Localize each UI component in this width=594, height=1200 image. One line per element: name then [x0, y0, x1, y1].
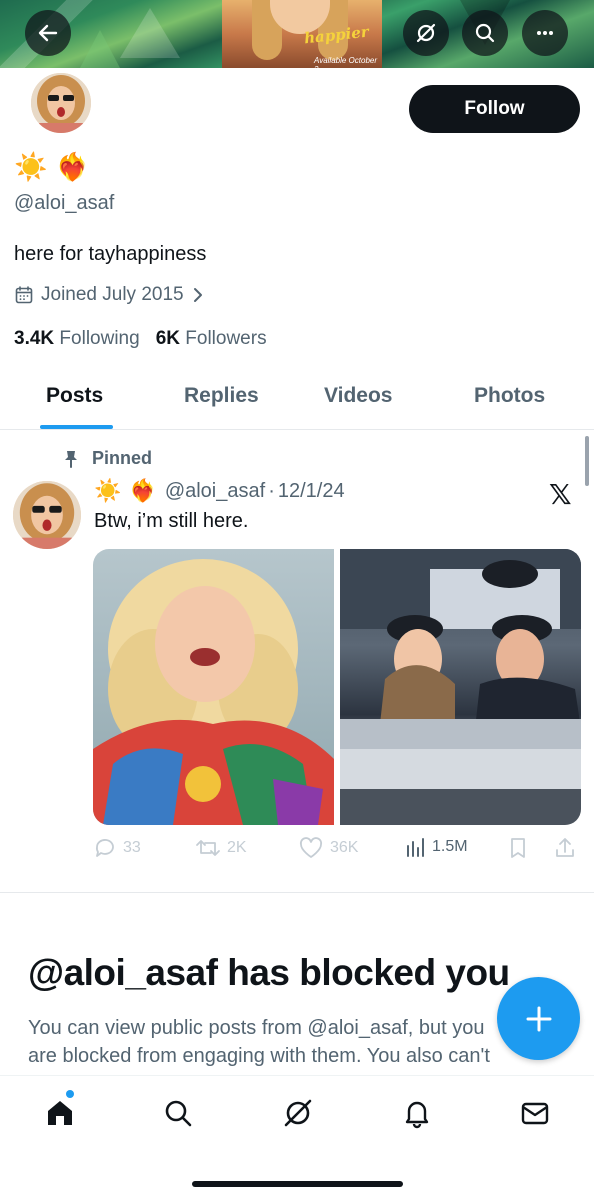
follow-stats: 3.4K Following 6K Followers — [14, 328, 267, 350]
profile-bio: here for tayhappiness — [14, 243, 207, 265]
nav-search[interactable] — [160, 1095, 196, 1131]
grok-icon — [416, 23, 436, 43]
back-button[interactable] — [25, 10, 71, 56]
home-indicator[interactable] — [192, 1181, 403, 1187]
back-arrow-icon — [38, 24, 58, 42]
post-author-handle[interactable]: @aloi_asaf — [165, 480, 265, 503]
post-media[interactable] — [93, 549, 581, 825]
post-actions: 33 2K 36K 1.5M — [93, 836, 581, 864]
search-button[interactable] — [462, 10, 508, 56]
blocked-title: @aloi_asaf has blocked you — [28, 952, 510, 993]
search-icon — [475, 23, 495, 43]
repost-icon — [196, 840, 220, 856]
profile-avatar[interactable] — [28, 70, 94, 136]
tab-posts[interactable]: Posts — [46, 384, 103, 408]
profile-tabs: Posts Replies Videos Photos — [0, 366, 594, 430]
post-avatar[interactable] — [13, 481, 81, 549]
post-date[interactable]: 12/1/24 — [278, 480, 345, 503]
notification-dot — [66, 1090, 74, 1098]
x-logo-icon: 𝕏 — [549, 478, 572, 511]
heart-on-fire-emoji: ❤️‍🔥 — [55, 152, 90, 182]
reply-icon — [95, 839, 114, 857]
nav-messages[interactable] — [517, 1095, 553, 1131]
calendar-icon — [15, 286, 33, 304]
nav-home[interactable] — [42, 1095, 78, 1131]
banner-subtitle: Available October 3 — [314, 56, 377, 68]
reply-button[interactable]: 33 — [93, 836, 141, 860]
share-button[interactable] — [553, 836, 577, 860]
grok-button[interactable] — [403, 10, 449, 56]
share-icon — [556, 838, 574, 857]
child-laughing-image — [93, 559, 334, 825]
plus-icon — [526, 1006, 551, 1031]
couple-at-game-image — [340, 549, 581, 825]
bell-icon — [405, 1101, 429, 1129]
post-text: Btw, i’m still here. — [94, 510, 249, 532]
sun-emoji: ☀️ — [14, 152, 48, 182]
follow-button[interactable]: Follow — [409, 85, 580, 133]
home-icon — [48, 1101, 72, 1125]
pinned-label: Pinned — [62, 448, 152, 469]
grok-icon — [284, 1099, 312, 1127]
scrollbar[interactable] — [585, 436, 589, 486]
bar-chart-icon — [407, 838, 424, 857]
more-icon — [537, 31, 553, 35]
tab-photos[interactable]: Photos — [474, 384, 545, 408]
mail-icon — [521, 1102, 549, 1125]
joined-label: Joined July 2015 — [41, 284, 184, 305]
avatar-image — [13, 481, 81, 549]
sun-emoji: ☀️ — [94, 478, 122, 503]
heart-icon — [299, 837, 323, 858]
more-button[interactable] — [522, 10, 568, 56]
banner-album-art: happier Available October 3 — [222, 0, 382, 68]
post-separator: · — [268, 479, 275, 502]
repost-button[interactable]: 2K — [195, 836, 247, 860]
tab-replies[interactable]: Replies — [184, 384, 259, 408]
banner-shape — [120, 8, 180, 58]
display-name: ☀️ ❤️‍🔥 — [14, 150, 89, 184]
search-icon — [165, 1100, 192, 1127]
section-divider — [0, 892, 594, 893]
tab-videos[interactable]: Videos — [324, 384, 392, 408]
nav-notifications[interactable] — [399, 1095, 435, 1131]
bookmark-button[interactable] — [507, 836, 529, 860]
chevron-right-icon — [193, 288, 202, 302]
profile-handle: @aloi_asaf — [14, 192, 115, 214]
views-button[interactable]: 1.5M — [404, 836, 468, 858]
post-photo-2[interactable] — [340, 549, 581, 825]
compose-button[interactable] — [497, 977, 580, 1060]
joined-date[interactable]: Joined July 2015 — [14, 284, 205, 306]
bookmark-icon — [511, 838, 525, 858]
following-link[interactable]: 3.4K Following — [14, 328, 140, 350]
avatar-image — [31, 73, 91, 133]
active-tab-indicator — [40, 425, 113, 429]
nav-grok[interactable] — [280, 1095, 316, 1131]
heart-on-fire-emoji: ❤️‍🔥 — [129, 478, 157, 503]
followers-link[interactable]: 6K Followers — [156, 328, 267, 350]
banner-shape — [80, 30, 120, 68]
post-header: ☀️ ❤️‍🔥 @aloi_asaf · 12/1/24 — [94, 478, 345, 504]
blocked-description: You can view public posts from @aloi_asa… — [28, 1017, 490, 1067]
post-photo-1[interactable] — [93, 549, 334, 825]
pin-icon — [65, 450, 77, 468]
like-button[interactable]: 36K — [298, 836, 358, 860]
